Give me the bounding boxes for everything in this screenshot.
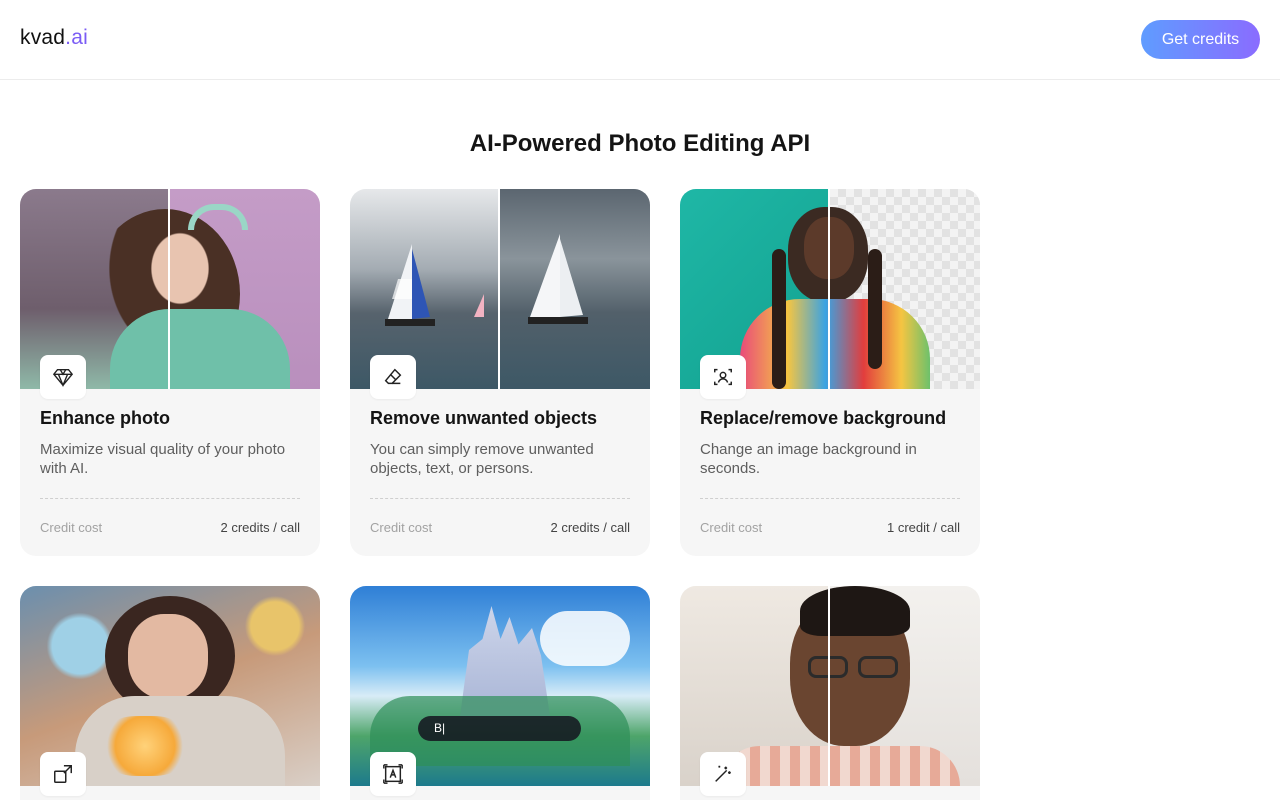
credit-cost-value: 1 credit / call — [887, 520, 960, 535]
credit-cost-label: Credit cost — [700, 520, 763, 535]
logo-text: kvad — [20, 26, 66, 49]
card-replace-background[interactable]: Replace/remove background Change an imag… — [680, 189, 980, 556]
card-title: Replace/remove background — [700, 408, 947, 428]
get-credits-button[interactable]: Get credits — [1141, 20, 1260, 59]
card-divider — [40, 498, 300, 499]
page-title: AI-Powered Photo Editing API — [469, 130, 811, 157]
card-description: Change an image background in seconds. — [700, 441, 917, 477]
card-title: Enhance photo — [40, 408, 170, 428]
credit-cost-value: 2 credits / call — [220, 520, 300, 535]
top-header: kvad.ai Get credits — [0, 0, 1280, 80]
card-divider — [370, 498, 630, 499]
card-divider — [700, 498, 960, 499]
card-description: You can simply remove unwanted objects, … — [370, 441, 594, 477]
expand-image-icon — [40, 752, 86, 796]
credit-cost-value: 2 credits / call — [550, 520, 630, 535]
card-expand-image[interactable] — [20, 586, 320, 800]
logo[interactable]: kvad.ai — [20, 26, 88, 50]
card-title: Remove unwanted objects — [370, 408, 598, 428]
text-frame-icon — [370, 752, 416, 796]
credit-cost-label: Credit cost — [40, 520, 103, 535]
credit-cost-label: Credit cost — [370, 520, 433, 535]
logo-suffix: ai — [71, 26, 88, 49]
diamond-icon — [40, 355, 86, 399]
card-text-to-image[interactable]: B| — [350, 586, 650, 800]
portrait-focus-icon — [700, 355, 746, 399]
magic-wand-icon — [700, 752, 746, 796]
card-magic-edit[interactable] — [680, 586, 980, 800]
card-description: Maximize visual quality of your photo wi… — [40, 441, 286, 477]
card-enhance-photo[interactable]: Enhance photo Maximize visual quality of… — [20, 189, 320, 556]
eraser-icon — [370, 355, 416, 399]
card-remove-objects[interactable]: Remove unwanted objects You can simply r… — [350, 189, 650, 556]
prompt-input[interactable]: B| — [418, 716, 581, 741]
